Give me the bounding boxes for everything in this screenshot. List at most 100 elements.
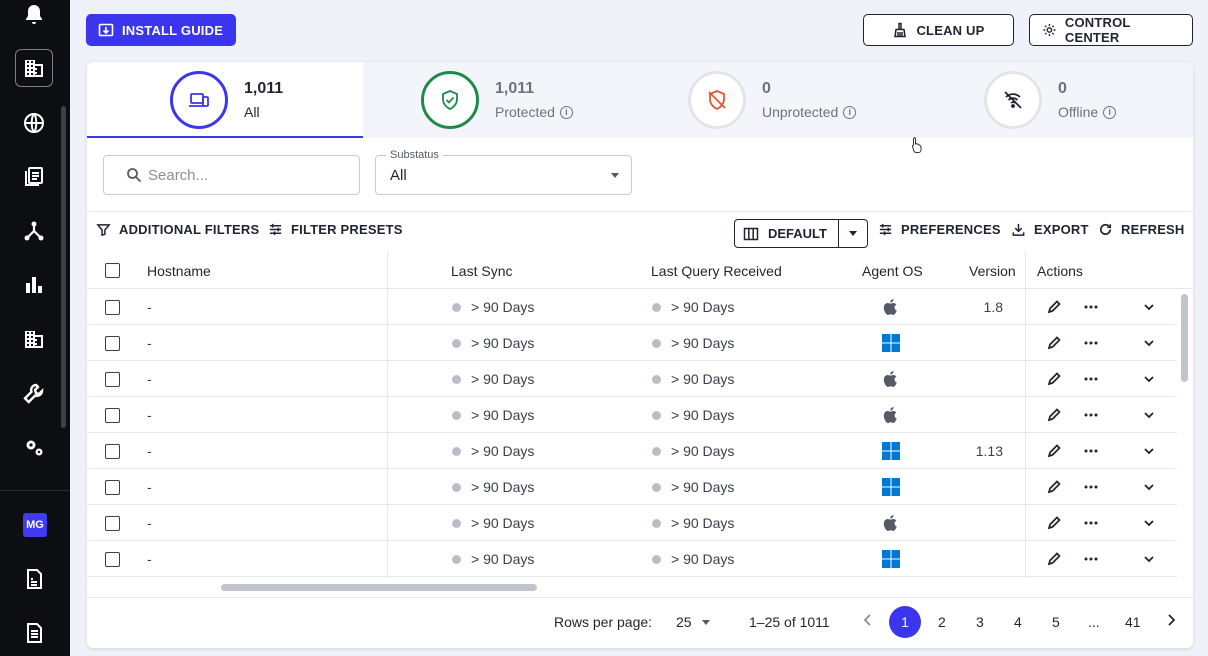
more-icon[interactable] bbox=[1083, 407, 1099, 423]
edit-icon[interactable] bbox=[1046, 407, 1062, 423]
prev-page-button[interactable] bbox=[861, 611, 875, 632]
row-checkbox[interactable] bbox=[105, 516, 120, 531]
avatar[interactable]: MG bbox=[23, 513, 47, 537]
table-row[interactable]: - > 90 Days > 90 Days 1.13 bbox=[87, 433, 1177, 469]
column-version[interactable]: Version bbox=[969, 263, 1016, 279]
office-building-icon[interactable] bbox=[13, 318, 55, 360]
page-4-button[interactable]: 4 bbox=[1014, 614, 1022, 630]
clean-up-button[interactable]: CLEAN UP bbox=[863, 14, 1014, 46]
row-checkbox[interactable] bbox=[105, 372, 120, 387]
page-1-button[interactable]: 1 bbox=[889, 606, 921, 638]
page-5-button[interactable]: 5 bbox=[1052, 614, 1060, 630]
more-icon[interactable] bbox=[1083, 443, 1099, 459]
table-row[interactable]: - > 90 Days > 90 Days bbox=[87, 397, 1177, 433]
chevron-down-icon[interactable] bbox=[1141, 299, 1157, 315]
globe-icon[interactable] bbox=[13, 102, 55, 144]
building-icon[interactable] bbox=[15, 49, 53, 87]
wrench-icon[interactable] bbox=[13, 372, 55, 414]
column-last-query[interactable]: Last Query Received bbox=[651, 263, 782, 279]
filter-presets-button[interactable]: FILTER PRESETS bbox=[268, 222, 403, 237]
last-sync-cell: > 90 Days bbox=[452, 479, 534, 495]
info-icon[interactable]: i bbox=[559, 105, 573, 119]
page-2-button[interactable]: 2 bbox=[938, 614, 946, 630]
info-icon[interactable]: i bbox=[843, 105, 857, 119]
select-all-checkbox[interactable] bbox=[105, 263, 120, 278]
more-icon[interactable] bbox=[1083, 515, 1099, 531]
status-dot bbox=[652, 411, 661, 420]
page-41-button[interactable]: 41 bbox=[1125, 614, 1141, 630]
chevron-down-icon[interactable] bbox=[1141, 479, 1157, 495]
row-checkbox[interactable] bbox=[105, 552, 120, 567]
stat-tab-unprotected[interactable]: 0 Unprotected i bbox=[638, 62, 915, 138]
refresh-button[interactable]: REFRESH bbox=[1098, 222, 1185, 237]
more-icon[interactable] bbox=[1083, 371, 1099, 387]
more-icon[interactable] bbox=[1083, 335, 1099, 351]
search-input[interactable]: Search... bbox=[103, 155, 360, 195]
table-row[interactable]: - > 90 Days > 90 Days bbox=[87, 541, 1177, 577]
last-query-cell: > 90 Days bbox=[652, 371, 734, 387]
table-row[interactable]: - > 90 Days > 90 Days bbox=[87, 505, 1177, 541]
table-row[interactable]: - > 90 Days > 90 Days bbox=[87, 361, 1177, 397]
notes-icon[interactable] bbox=[13, 612, 55, 654]
column-agent-os[interactable]: Agent OS bbox=[862, 263, 923, 279]
chevron-down-icon[interactable] bbox=[1141, 515, 1157, 531]
stat-tab-protected[interactable]: 1,011 Protected i bbox=[363, 62, 638, 138]
chevron-down-icon[interactable] bbox=[1141, 443, 1157, 459]
stat-tab-all[interactable]: 1,011 All bbox=[87, 62, 363, 138]
chevron-left-icon bbox=[863, 614, 871, 626]
protected-ring bbox=[421, 71, 479, 129]
more-icon[interactable] bbox=[1083, 299, 1099, 315]
bell-icon[interactable] bbox=[13, 0, 55, 36]
edit-icon[interactable] bbox=[1046, 299, 1062, 315]
gears-icon[interactable] bbox=[13, 426, 55, 468]
column-last-sync[interactable]: Last Sync bbox=[451, 263, 512, 279]
additional-filters-button[interactable]: ADDITIONAL FILTERS bbox=[96, 222, 259, 237]
documents-icon[interactable] bbox=[13, 156, 55, 198]
status-dot bbox=[652, 519, 661, 528]
row-checkbox[interactable] bbox=[105, 336, 120, 351]
download-icon bbox=[98, 23, 114, 37]
sidebar-scrollbar[interactable] bbox=[61, 106, 66, 428]
stat-tab-offline[interactable]: 0 Offline i bbox=[915, 62, 1193, 138]
chevron-down-icon[interactable] bbox=[1141, 407, 1157, 423]
rows-per-page-select[interactable]: 25 bbox=[676, 614, 710, 630]
table-row[interactable]: - > 90 Days > 90 Days bbox=[87, 325, 1177, 361]
more-icon[interactable] bbox=[1083, 551, 1099, 567]
chevron-down-icon[interactable] bbox=[1141, 335, 1157, 351]
table-row[interactable]: - > 90 Days > 90 Days 1.8 bbox=[87, 289, 1177, 325]
sidebar-divider bbox=[0, 490, 70, 491]
edit-icon[interactable] bbox=[1046, 551, 1062, 567]
horizontal-scrollbar[interactable] bbox=[221, 584, 537, 591]
substatus-select[interactable]: Substatus All bbox=[375, 149, 632, 195]
preferences-button[interactable]: PREFERENCES bbox=[878, 222, 1001, 237]
unprotected-label: Unprotected i bbox=[762, 104, 857, 120]
chevron-down-icon[interactable] bbox=[1141, 371, 1157, 387]
edit-icon[interactable] bbox=[1046, 371, 1062, 387]
columns-icon bbox=[743, 227, 759, 240]
network-icon[interactable] bbox=[13, 210, 55, 252]
page-3-button[interactable]: 3 bbox=[976, 614, 984, 630]
bar-chart-icon[interactable] bbox=[13, 264, 55, 306]
chevron-down-icon[interactable] bbox=[1141, 551, 1157, 567]
row-checkbox[interactable] bbox=[105, 408, 120, 423]
export-button[interactable]: EXPORT bbox=[1011, 222, 1089, 237]
info-icon[interactable]: i bbox=[1103, 105, 1117, 119]
gear-icon bbox=[1043, 23, 1056, 37]
vertical-scrollbar[interactable] bbox=[1181, 294, 1188, 382]
more-icon[interactable] bbox=[1083, 479, 1099, 495]
row-checkbox[interactable] bbox=[105, 480, 120, 495]
control-center-label: CONTROL CENTER bbox=[1064, 15, 1131, 45]
edit-icon[interactable] bbox=[1046, 443, 1062, 459]
table-row[interactable]: - > 90 Days > 90 Days bbox=[87, 469, 1177, 505]
pagination: Rows per page: 25 1–25 of 1011 1 2 3 4 5… bbox=[87, 597, 1193, 648]
next-page-button[interactable] bbox=[1164, 611, 1178, 632]
edit-icon[interactable] bbox=[1046, 515, 1062, 531]
default-view-button[interactable]: DEFAULT bbox=[735, 220, 839, 247]
install-guide-button[interactable]: INSTALL GUIDE bbox=[86, 14, 236, 46]
report-icon[interactable] bbox=[13, 558, 55, 600]
edit-icon[interactable] bbox=[1046, 479, 1062, 495]
column-hostname[interactable]: Hostname bbox=[147, 263, 211, 279]
control-center-button[interactable]: CONTROL CENTER bbox=[1029, 14, 1193, 46]
edit-icon[interactable] bbox=[1046, 335, 1062, 351]
view-dropdown-button[interactable] bbox=[839, 220, 867, 247]
